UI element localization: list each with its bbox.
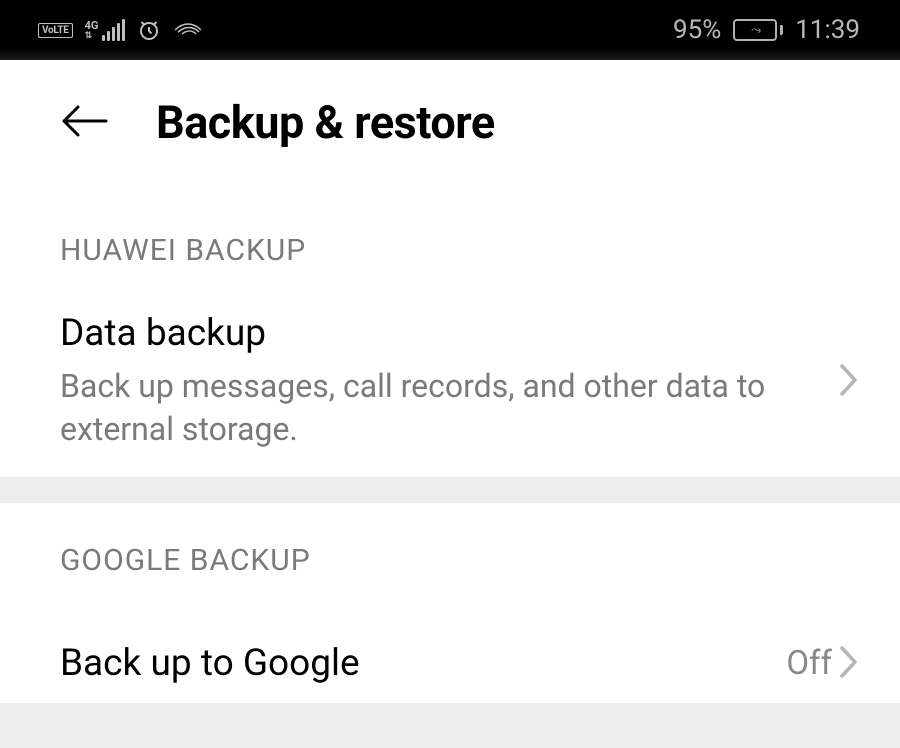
item-data-backup[interactable]: Data backup Back up messages, call recor…	[0, 292, 900, 477]
battery-percent: 95%	[673, 15, 721, 45]
status-left: VoLTE 4G ⇅	[38, 18, 203, 42]
network-gen-label: 4G	[85, 21, 99, 31]
chevron-right-icon	[838, 644, 860, 684]
volte-badge: VoLTE	[38, 23, 73, 38]
status-bar: VoLTE 4G ⇅ 95%	[0, 0, 900, 60]
wing-icon	[173, 20, 203, 40]
section-header-huawei: HUAWEI BACKUP	[0, 193, 900, 292]
status-right: 95% ⤳ 11:39	[673, 15, 860, 45]
item-title: Data backup	[60, 312, 838, 355]
item-value: Off	[786, 644, 832, 683]
clock: 11:39	[795, 15, 860, 45]
back-button[interactable]	[60, 101, 108, 145]
item-subtitle: Back up messages, call records, and othe…	[60, 365, 780, 451]
app-header: Backup & restore	[0, 60, 900, 193]
signal-bars-icon	[102, 19, 125, 41]
item-title: Back up to Google	[60, 642, 786, 685]
page-title: Backup & restore	[156, 96, 495, 149]
section-divider	[0, 477, 900, 503]
item-back-up-to-google[interactable]: Back up to Google Off	[0, 602, 900, 703]
signal-indicator: 4G ⇅	[85, 19, 126, 41]
battery-icon: ⤳	[733, 19, 783, 41]
section-header-google: GOOGLE BACKUP	[0, 503, 900, 602]
alarm-icon	[137, 18, 161, 42]
chevron-right-icon	[838, 362, 860, 402]
